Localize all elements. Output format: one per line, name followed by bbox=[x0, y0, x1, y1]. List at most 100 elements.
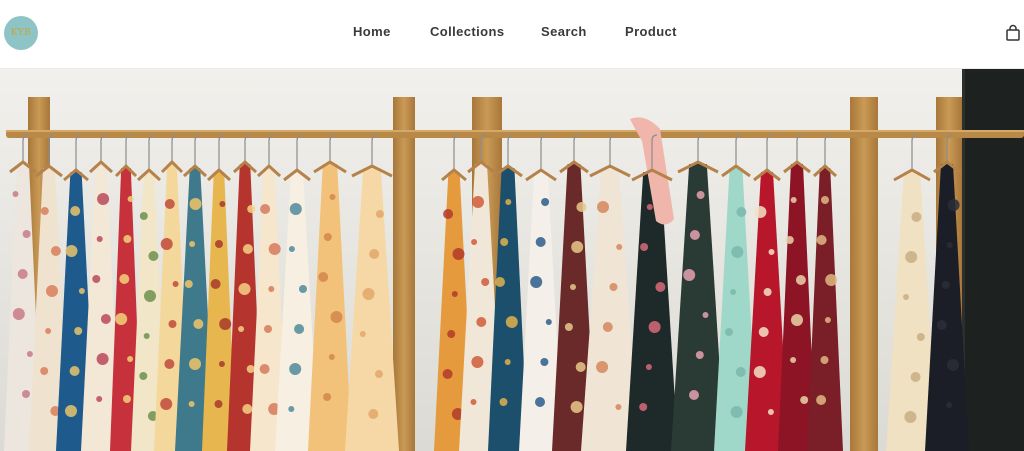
garment-print bbox=[123, 395, 131, 403]
garment-print bbox=[696, 191, 705, 199]
nav-product-link[interactable]: Product bbox=[625, 24, 677, 39]
garment-print bbox=[597, 201, 609, 213]
garment-print bbox=[17, 269, 28, 279]
garment-print bbox=[903, 294, 909, 300]
garment-print bbox=[375, 210, 384, 218]
garment-print bbox=[238, 283, 251, 295]
nav-collections-link[interactable]: Collections bbox=[430, 24, 504, 39]
garment-print bbox=[97, 193, 110, 205]
garment-print bbox=[160, 238, 173, 250]
garment-print bbox=[242, 404, 253, 414]
garment-print bbox=[70, 206, 81, 216]
garment-print bbox=[189, 358, 201, 370]
garment-print bbox=[127, 196, 134, 202]
garment-print bbox=[127, 356, 134, 362]
garment-print bbox=[541, 198, 550, 206]
garment-print bbox=[330, 311, 343, 323]
garment-print bbox=[264, 325, 272, 333]
garment-print bbox=[946, 242, 953, 248]
garment-print bbox=[596, 361, 609, 373]
garment-print bbox=[12, 308, 25, 320]
garment-print bbox=[471, 356, 484, 368]
garment-print bbox=[646, 204, 653, 210]
site-header: KYB Home Collections Search Product bbox=[0, 0, 1024, 69]
garment-print bbox=[40, 367, 49, 375]
garment-print bbox=[329, 194, 336, 200]
garment-print bbox=[215, 240, 223, 248]
garment-print bbox=[535, 237, 546, 247]
garment-print bbox=[790, 197, 797, 203]
garment-print bbox=[602, 322, 613, 332]
garment-print bbox=[369, 249, 380, 259]
garment-print bbox=[768, 249, 775, 255]
garment-print bbox=[164, 199, 175, 209]
garment-print bbox=[790, 357, 797, 363]
garment-print bbox=[260, 204, 271, 214]
garment-print bbox=[476, 317, 487, 327]
main-nav: Home Collections Search Product bbox=[0, 24, 1024, 44]
garment-print bbox=[96, 353, 109, 365]
garment-print bbox=[505, 316, 518, 328]
garment-print bbox=[947, 359, 959, 371]
garment-print bbox=[26, 351, 33, 357]
garment-print bbox=[947, 199, 960, 211]
garment-print bbox=[816, 395, 827, 405]
garment-print bbox=[820, 356, 829, 364]
garment-print bbox=[470, 399, 477, 405]
garment-print bbox=[609, 283, 618, 291]
garment-print bbox=[189, 198, 202, 210]
garment-print bbox=[219, 201, 226, 207]
garment-print bbox=[164, 359, 175, 369]
garment-print bbox=[299, 285, 307, 293]
garment-print bbox=[481, 278, 490, 286]
garment-print bbox=[695, 351, 704, 359]
garment-print bbox=[655, 282, 666, 292]
garment-print bbox=[946, 402, 953, 408]
garment-print bbox=[821, 196, 829, 204]
nav-home-link[interactable]: Home bbox=[353, 24, 391, 39]
garment-print bbox=[160, 398, 173, 410]
garment-print bbox=[148, 251, 159, 261]
garment-print bbox=[504, 359, 511, 365]
garment-print bbox=[268, 243, 281, 255]
garment-print bbox=[92, 275, 101, 283]
garment-print bbox=[702, 312, 709, 318]
garment-print bbox=[242, 244, 253, 254]
hero-banner bbox=[0, 69, 1024, 451]
garment-print bbox=[571, 241, 584, 253]
garment-print bbox=[916, 333, 925, 341]
garment-print bbox=[785, 236, 794, 244]
garment-print bbox=[96, 396, 103, 402]
garment-print bbox=[238, 326, 245, 332]
garment-print bbox=[540, 358, 549, 366]
garment-print bbox=[219, 318, 232, 330]
garment-print bbox=[96, 236, 103, 242]
garment-print bbox=[40, 207, 49, 215]
garment-print bbox=[472, 196, 484, 208]
garment-print bbox=[362, 288, 375, 300]
shopping-bag-icon[interactable] bbox=[1004, 24, 1022, 42]
garment-print bbox=[640, 243, 649, 251]
garment-print bbox=[443, 209, 454, 219]
garment-print bbox=[754, 206, 767, 218]
garment-print bbox=[323, 393, 332, 401]
garment-print bbox=[451, 291, 458, 297]
garment-print bbox=[123, 235, 132, 243]
nav-search-link[interactable]: Search bbox=[541, 24, 587, 39]
garment-print bbox=[570, 401, 583, 413]
garment-print bbox=[758, 327, 769, 337]
garment-print bbox=[218, 361, 225, 367]
garment-print bbox=[12, 191, 19, 197]
garment-print bbox=[46, 285, 58, 297]
garment-print bbox=[214, 400, 223, 408]
garment-print bbox=[648, 321, 661, 333]
garment-print bbox=[22, 230, 31, 238]
garment-print bbox=[753, 366, 766, 378]
garment-print bbox=[184, 280, 193, 288]
garment-print bbox=[359, 331, 366, 337]
garment-print bbox=[505, 199, 512, 205]
garment-print bbox=[471, 239, 478, 245]
garment-print bbox=[115, 313, 128, 325]
garment-print bbox=[139, 212, 148, 220]
garment-print bbox=[65, 245, 78, 257]
